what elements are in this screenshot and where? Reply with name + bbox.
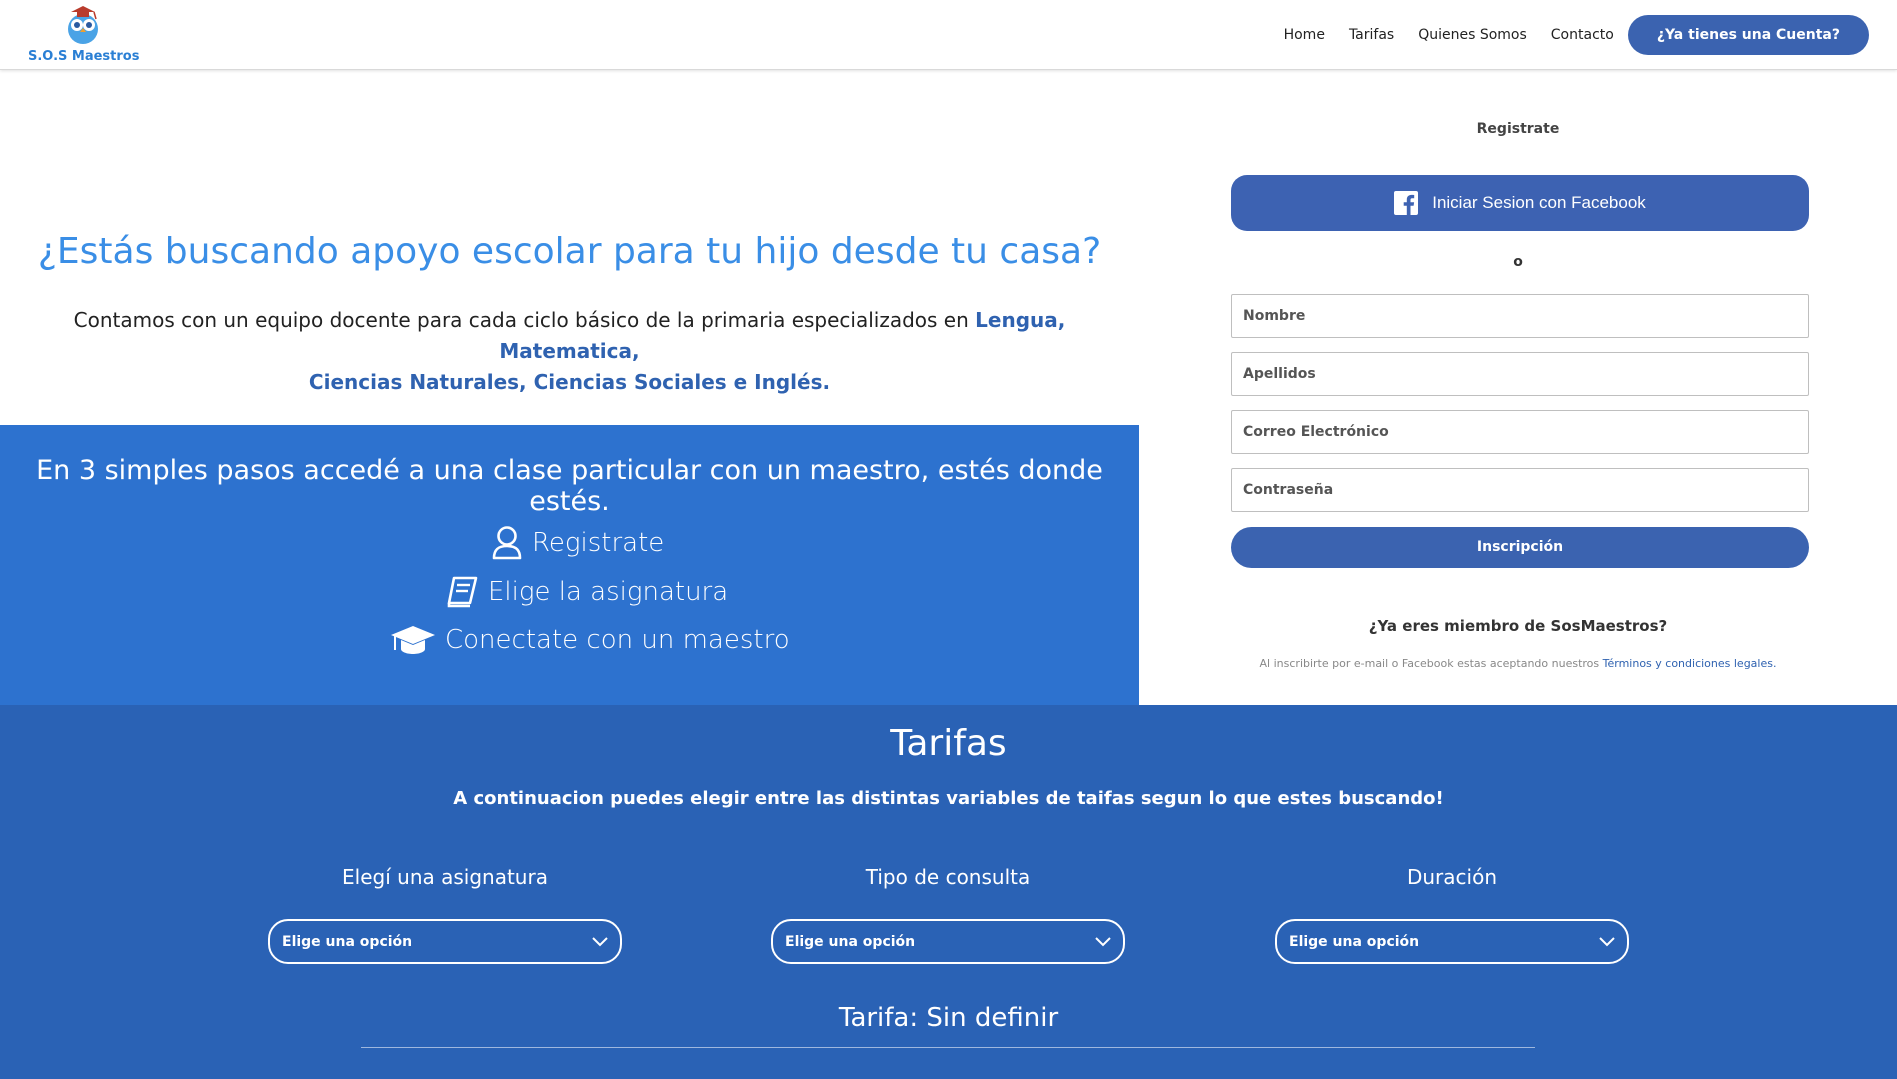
tarifa-divider: [361, 1047, 1535, 1048]
terms-link[interactable]: Términos y condiciones legales.: [1603, 657, 1777, 670]
submit-button[interactable]: Inscripción: [1231, 527, 1809, 568]
chevron-down-icon: [1599, 936, 1615, 946]
asignatura-column: Elegí una asignatura Elige una opción: [268, 865, 622, 964]
book-icon: [447, 576, 478, 608]
hero-subjects-line2: Ciencias Naturales, Ciencias Sociales e …: [308, 370, 831, 394]
tipo-consulta-label: Tipo de consulta: [865, 865, 1031, 889]
user-icon: [492, 526, 522, 560]
email-input[interactable]: [1232, 411, 1808, 453]
facebook-icon: [1394, 191, 1419, 215]
legal-text: Al inscribirte por e-mail o Facebook est…: [1259, 657, 1600, 670]
site-logo[interactable]: S.O.S Maestros: [28, 3, 140, 69]
chevron-down-icon: [592, 936, 608, 946]
step-register: Registrate: [491, 525, 664, 561]
apellidos-field: [1231, 352, 1809, 396]
steps-section: En 3 simples pasos accedé a una clase pa…: [0, 425, 1139, 705]
duracion-select[interactable]: Elige una opción: [1275, 919, 1629, 964]
password-input[interactable]: [1232, 469, 1808, 511]
duracion-column: Duración Elige una opción: [1275, 865, 1629, 964]
graduation-cap-icon: [391, 626, 435, 654]
step-subject-label: Elige la asignatura: [488, 577, 729, 607]
nombre-input[interactable]: [1232, 295, 1808, 337]
nav-quienes-somos[interactable]: Quienes Somos: [1418, 15, 1527, 55]
tarifa-result: Tarifa: Sin definir: [838, 1003, 1059, 1033]
account-button[interactable]: ¿Ya tienes una Cuenta?: [1627, 15, 1869, 55]
asignatura-label: Elegí una asignatura: [342, 865, 548, 889]
site-header: S.O.S Maestros Home Tarifas Quienes Somo…: [0, 0, 1897, 70]
duracion-select-value: Elige una opción: [1289, 933, 1420, 950]
step-subject: Elige la asignatura: [445, 575, 728, 609]
step-register-label: Registrate: [532, 528, 665, 558]
hero-description: Contamos con un equipo docente para cada…: [40, 305, 1099, 398]
member-question[interactable]: ¿Ya eres miembro de SosMaestros?: [1139, 617, 1897, 635]
main-nav: Home Tarifas Quienes Somos Contacto ¿Ya …: [1284, 15, 1869, 55]
step-connect-label: Conectate con un maestro: [445, 625, 790, 655]
hero-text-prefix: Contamos con un equipo docente para cada…: [73, 308, 969, 332]
nav-home[interactable]: Home: [1284, 15, 1325, 55]
duracion-label: Duración: [1406, 865, 1498, 889]
tarifas-subtitle: A continuacion puedes elegir entre las d…: [453, 788, 1444, 809]
email-field: [1231, 410, 1809, 454]
hero-section: ¿Estás buscando apoyo escolar para tu hi…: [0, 71, 1139, 425]
tipo-consulta-select-value: Elige una opción: [785, 933, 916, 950]
nav-tarifas[interactable]: Tarifas: [1349, 15, 1394, 55]
facebook-login-label: Iniciar Sesion con Facebook: [1432, 193, 1646, 212]
tipo-consulta-column: Tipo de consulta Elige una opción: [771, 865, 1125, 964]
tarifas-title: Tarifas: [890, 723, 1007, 764]
steps-title: En 3 simples pasos accedé a una clase pa…: [36, 455, 1103, 517]
chevron-down-icon: [1095, 936, 1111, 946]
tipo-consulta-select[interactable]: Elige una opción: [771, 919, 1125, 964]
logo-text: S.O.S Maestros: [28, 49, 140, 64]
asignatura-select[interactable]: Elige una opción: [268, 919, 622, 964]
tarifas-section: Tarifas A continuacion puedes elegir ent…: [0, 705, 1897, 1079]
or-separator: o: [1513, 254, 1523, 270]
nombre-field: [1231, 294, 1809, 338]
password-field: [1231, 468, 1809, 512]
asignatura-select-value: Elige una opción: [282, 933, 413, 950]
register-form: Registrate Iniciar Sesion con Facebook o…: [1139, 71, 1897, 705]
form-title: Registrate: [1476, 121, 1560, 137]
step-connect: Conectate con un maestro: [390, 623, 790, 657]
facebook-login-button[interactable]: Iniciar Sesion con Facebook: [1231, 175, 1809, 231]
legal-notice: Al inscribirte por e-mail o Facebook est…: [1139, 657, 1897, 670]
nav-contacto[interactable]: Contacto: [1551, 15, 1614, 55]
apellidos-input[interactable]: [1232, 353, 1808, 395]
hero-title: ¿Estás buscando apoyo escolar para tu hi…: [37, 231, 1102, 272]
owl-logo-icon: [68, 6, 98, 44]
